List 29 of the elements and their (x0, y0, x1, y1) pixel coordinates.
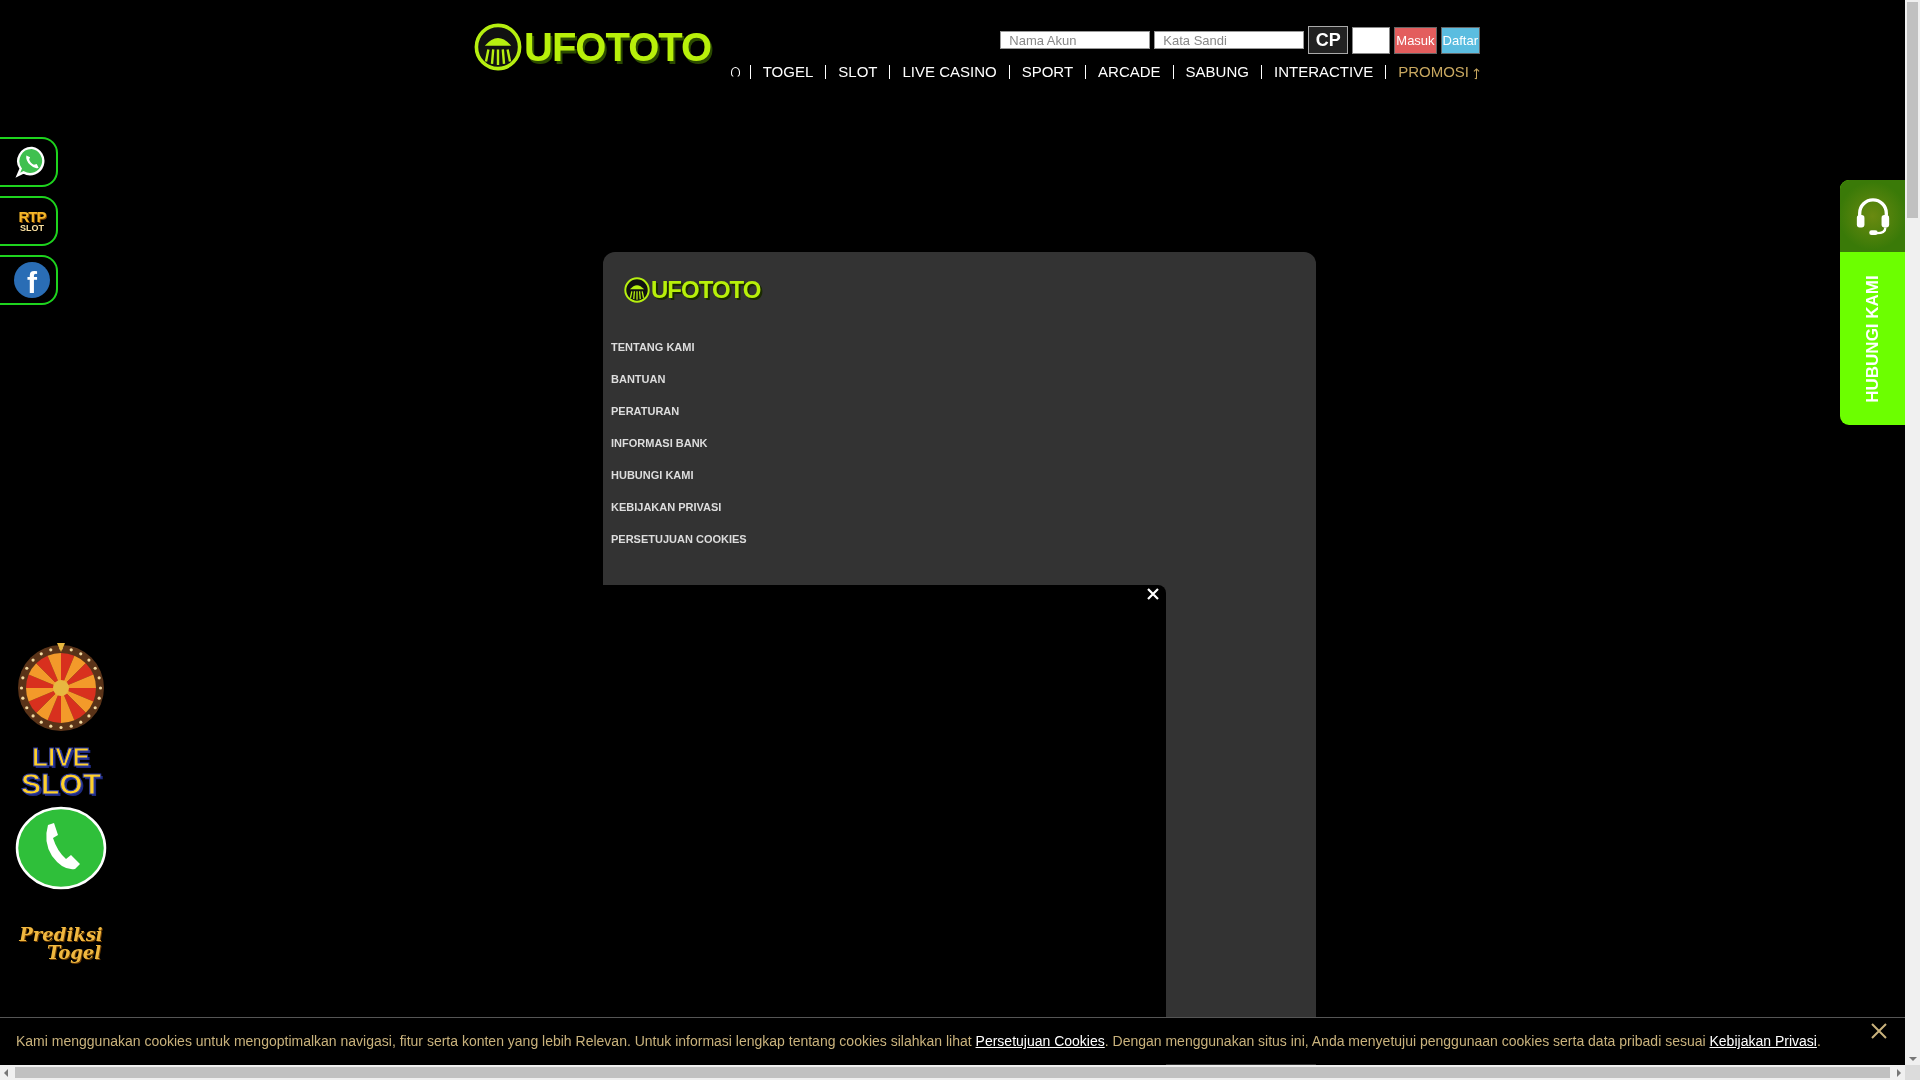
footer-link[interactable]: PERATURAN (611, 405, 680, 417)
password-field[interactable]: Kata Sandi (1154, 31, 1305, 49)
footer-link[interactable]: PERSETUJUAN COOKIES (611, 533, 747, 545)
footer-link[interactable]: KEBIJAKAN PRIVASI (611, 501, 722, 513)
live-slot-button[interactable]: LIVE SLOT (21, 745, 101, 799)
nav-link[interactable]: PROMOSI (1386, 63, 1481, 80)
prediksi-togel-link[interactable]: Prediksi Togel (19, 926, 103, 963)
captcha-image: CP (1308, 26, 1349, 54)
nav-link[interactable]: SLOT (826, 63, 890, 80)
footer-link[interactable]: INFORMASI BANK (611, 437, 708, 449)
login-button[interactable]: Masuk (1394, 26, 1437, 54)
nav-link[interactable]: INTERACTIVE (1261, 63, 1386, 80)
logo-text: UFOTOTO (651, 278, 761, 302)
footer-link[interactable]: BANTUAN (611, 373, 666, 385)
cookie-policy-link[interactable]: Persetujuan Cookies (975, 1033, 1105, 1049)
footer-link[interactable]: HUBUNGI KAMI (611, 469, 694, 481)
nav-link[interactable]: SABUNG (1173, 63, 1261, 80)
username-field[interactable]: Nama Akun (1000, 31, 1151, 49)
nav-link[interactable]: ARCADE (1086, 63, 1173, 80)
facebook-icon: f (14, 262, 50, 298)
site-logo[interactable]: UFOTOTO (462, 22, 724, 72)
rtp-slot-button[interactable]: RTP SLOT (0, 196, 58, 246)
cookie-policy-link[interactable]: Kebijakan Privasi (1709, 1033, 1817, 1049)
nav-link[interactable]: TOGEL (750, 63, 826, 80)
footer-link[interactable]: TENTANG KAMI (611, 341, 695, 353)
facebook-button[interactable]: f (0, 255, 58, 305)
nav-link[interactable]: SPORT (1009, 63, 1086, 80)
nav-link[interactable]: LIVE CASINO (890, 63, 1009, 80)
cookie-notice: Kami menggunakan cookies untuk mengoptimalkan navigasi, fitur serta konten yang lebih Relevan. Untuk informasi lengkap tentang cookies silahkan lihat Persetujuan Cookies. Dengan menggunakan situs ini, Anda menyetujui penggunaan cookies serta data pribadi sesuai Kebijakan Privasi. (16, 1033, 1821, 1049)
